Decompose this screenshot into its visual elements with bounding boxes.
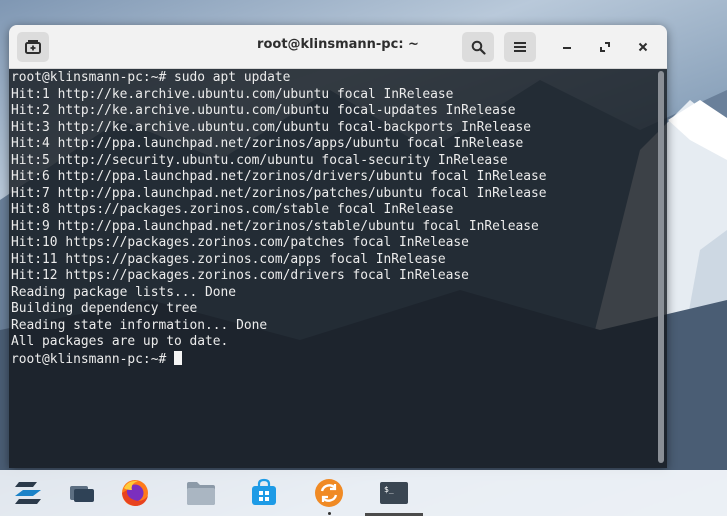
firefox-button[interactable] xyxy=(120,478,150,508)
search-button[interactable] xyxy=(462,32,494,62)
firefox-icon xyxy=(122,480,148,506)
terminal-icon: $_ xyxy=(380,482,408,504)
terminal-line: Hit:9 http://ppa.launchpad.net/zorinos/s… xyxy=(11,218,539,234)
workspaces-icon xyxy=(70,486,94,502)
search-icon xyxy=(471,40,486,55)
terminal-line: All packages are up to date. xyxy=(11,334,229,349)
terminal-line: Hit:6 http://ppa.launchpad.net/zorinos/d… xyxy=(11,169,547,184)
terminal-prompt: root@klinsmann-pc:~# xyxy=(11,351,174,367)
minimize-icon xyxy=(563,47,571,49)
menu-button[interactable] xyxy=(504,32,536,62)
workspaces-button[interactable] xyxy=(67,478,97,508)
minimize-button[interactable] xyxy=(551,32,583,62)
taskbar: $_ xyxy=(0,470,727,516)
terminal-line: Hit:2 http://ke.archive.ubuntu.com/ubunt… xyxy=(11,103,516,118)
terminal-line: Building dependency tree xyxy=(11,301,198,316)
terminal-line: Hit:4 http://ppa.launchpad.net/zorinos/a… xyxy=(11,136,524,151)
terminal-line: Hit:1 http://ke.archive.ubuntu.com/ubunt… xyxy=(11,86,454,102)
close-button[interactable] xyxy=(627,32,659,62)
terminal-line: Reading package lists... Done xyxy=(11,284,237,300)
files-button[interactable] xyxy=(186,478,216,508)
terminal-taskbar-button[interactable]: $_ xyxy=(378,478,410,508)
updates-icon xyxy=(315,479,343,507)
zorin-menu-icon xyxy=(15,482,41,504)
menu-icon xyxy=(514,42,526,52)
running-indicator xyxy=(328,512,331,515)
terminal-line: Hit:7 http://ppa.launchpad.net/zorinos/p… xyxy=(11,185,547,201)
software-store-icon xyxy=(252,478,276,505)
terminal-line: root@klinsmann-pc:~# sudo apt update xyxy=(11,70,291,85)
terminal-window: root@klinsmann-pc: ~ root@klinsmann-pc:~… xyxy=(9,25,667,468)
zorin-menu-button[interactable] xyxy=(13,478,43,508)
terminal-line: Reading state information... Done xyxy=(11,317,268,333)
software-store-button[interactable] xyxy=(249,478,279,508)
terminal-icon-label: $_ xyxy=(384,485,394,494)
files-icon xyxy=(187,482,215,505)
terminal-area[interactable]: root@klinsmann-pc:~# sudo apt update Hit… xyxy=(9,69,667,468)
terminal-line: Hit:12 https://packages.zorinos.com/driv… xyxy=(11,268,469,283)
scrollbar[interactable] xyxy=(658,71,664,463)
maximize-button[interactable] xyxy=(589,32,621,62)
close-icon xyxy=(638,42,648,52)
terminal-line: Hit:11 https://packages.zorinos.com/apps… xyxy=(11,251,446,267)
maximize-icon xyxy=(600,42,610,52)
terminal-line: Hit:3 http://ke.archive.ubuntu.com/ubunt… xyxy=(11,119,531,135)
terminal-line: Hit:10 https://packages.zorinos.com/patc… xyxy=(11,235,469,250)
updates-button[interactable] xyxy=(314,478,344,508)
terminal-output[interactable]: root@klinsmann-pc:~# sudo apt update Hit… xyxy=(11,70,547,368)
terminal-line: Hit:5 http://security.ubuntu.com/ubuntu … xyxy=(11,152,508,168)
title-bar[interactable]: root@klinsmann-pc: ~ xyxy=(9,25,667,69)
text-cursor xyxy=(173,350,182,365)
terminal-line: Hit:8 https://packages.zorinos.com/stabl… xyxy=(11,202,454,217)
